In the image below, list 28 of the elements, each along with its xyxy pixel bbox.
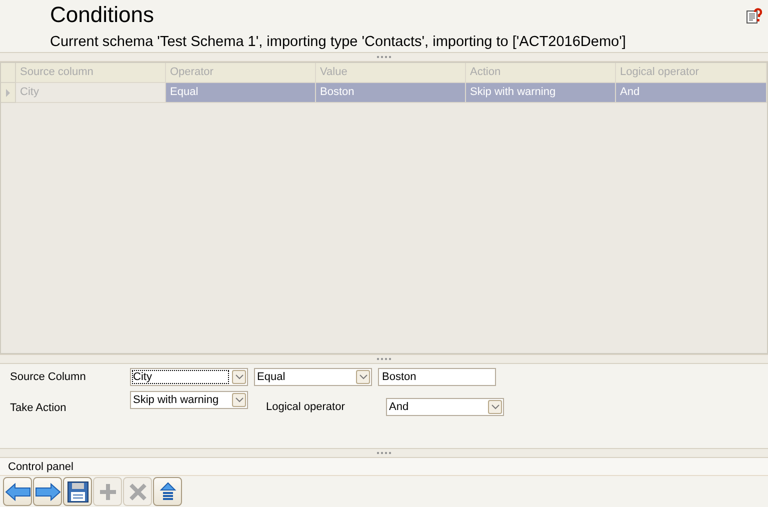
- operator-dropdown[interactable]: Equal: [254, 368, 372, 386]
- upload-button[interactable]: [153, 477, 182, 506]
- value-field[interactable]: Boston: [378, 368, 496, 386]
- table-cell: Skip with warning: [466, 83, 616, 103]
- forward-button[interactable]: [33, 477, 62, 506]
- field-label: Source Column: [10, 371, 87, 383]
- save-button[interactable]: [63, 477, 92, 506]
- field-label: Take Action: [10, 402, 68, 414]
- back-button[interactable]: [3, 477, 32, 506]
- table-cell: City: [16, 83, 166, 103]
- row-pointer-icon: [6, 88, 10, 96]
- logical-operator-dropdown[interactable]: And: [386, 398, 504, 416]
- source-column-dropdown[interactable]: City: [130, 368, 248, 386]
- page-title: Conditions: [50, 2, 155, 28]
- table-cell: Equal: [166, 83, 316, 103]
- field-label: Logical operator: [266, 401, 346, 413]
- help-icon[interactable]: [746, 8, 762, 24]
- schema-info: Current schema 'Test Schema 1', importing type 'Contacts', importing to ['ACT2016Demo']: [50, 34, 626, 50]
- table-row[interactable]: City Equal Boston Skip with warning And: [1, 83, 767, 103]
- right-arrow-icon: [34, 482, 60, 500]
- action-dropdown[interactable]: Skip with warning: [130, 391, 248, 409]
- table-cell: And: [616, 83, 767, 103]
- table-cell: Boston: [316, 83, 466, 103]
- panel-title: Control panel: [8, 461, 74, 473]
- left-arrow-icon: [4, 482, 30, 500]
- cross-icon: [128, 482, 148, 502]
- up-arrow-icon: [158, 482, 176, 502]
- plus-icon: [98, 482, 118, 502]
